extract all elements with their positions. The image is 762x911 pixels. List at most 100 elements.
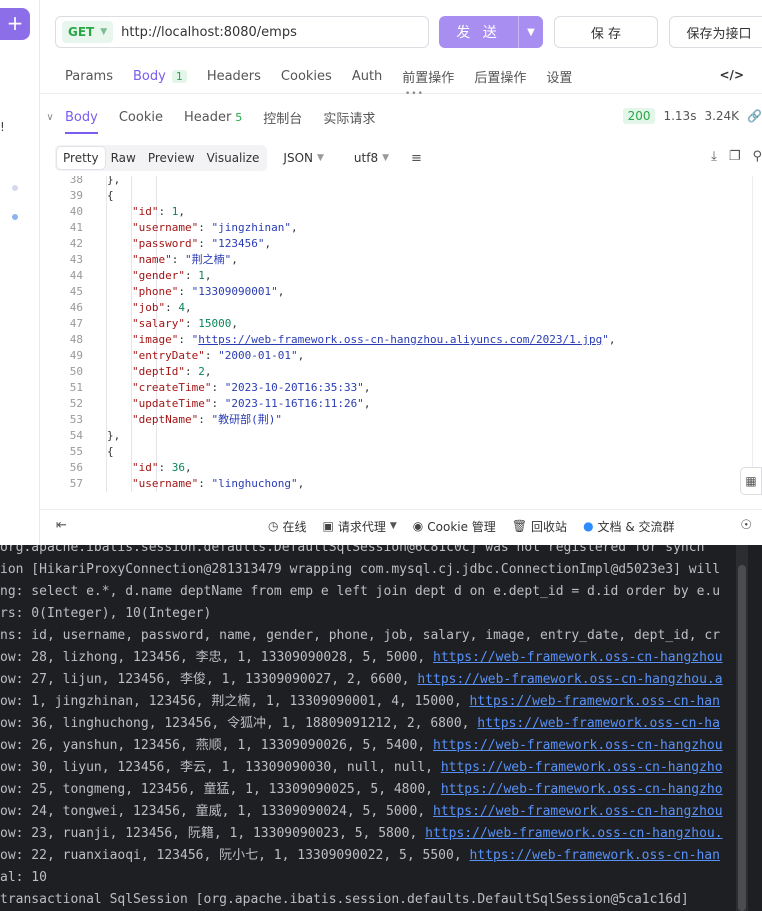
tab-label: Params [65, 69, 113, 84]
docs-community[interactable]: ● 文档 & 交流群 [583, 518, 674, 535]
tab-actual-request[interactable]: 实际请求 [323, 100, 375, 134]
url-input[interactable]: http://localhost:8080/emps [121, 25, 297, 40]
code-text: "image": "https://web-framework.oss-cn-h… [132, 333, 616, 346]
editor-scrollbar[interactable] [752, 176, 762, 486]
tab-response-cookie[interactable]: Cookie [119, 100, 163, 134]
tab-pre-script[interactable]: 前置操作 [402, 67, 454, 86]
tab-label: Auth [351, 69, 383, 84]
recycle-label: 回收站 [531, 519, 568, 534]
url-bar: GET ▼ http://localhost:8080/emps [55, 16, 429, 48]
chevron-down-icon: ▼ [316, 153, 324, 163]
ide-console-output[interactable]: org.apache.ibatis.session.defaults.Defau… [0, 545, 762, 911]
view-raw[interactable]: Raw [105, 147, 142, 169]
console-link[interactable]: https://web-framework.oss-cn-hangzhou [433, 804, 723, 819]
console-link[interactable]: https://web-framework.oss-cn-ha [477, 716, 720, 731]
tab-console[interactable]: 控制台 [263, 100, 302, 134]
method-select[interactable]: GET ▼ [62, 21, 114, 43]
console-link[interactable]: https://web-framework.oss-cn-hangzhou [433, 738, 723, 753]
status-badge: 200 [622, 108, 656, 124]
code-text: "updateTime": "2023-11-16T16:11:26", [132, 397, 371, 410]
line-number: 39 [69, 189, 83, 202]
code-line: 42 "password": "123456", [55, 236, 762, 252]
code-line: 55 { [55, 444, 762, 460]
code-text: "job": 4, [132, 301, 192, 314]
recycle-bin[interactable]: 🗑 回收站 [512, 518, 567, 535]
console-line: org.apache.ibatis.session.defaults.Defau… [0, 545, 705, 555]
response-meta: 200 1.13s 3.24K 🔗 [622, 108, 762, 124]
console-link[interactable]: https://web-framework.oss-cn-han [469, 694, 719, 709]
docs-label: 文档 & 交流群 [597, 519, 675, 534]
code-line: 39 { [55, 188, 762, 204]
code-text: }, [107, 176, 121, 186]
code-line: 53 "deptName": "教研部(荆)" [55, 412, 762, 428]
copy-icon[interactable]: ❐ [729, 149, 741, 164]
chevron-down-icon: ▼ [382, 153, 389, 163]
console-link[interactable]: https://web-framework.oss-cn-hangzhou.a [417, 672, 722, 687]
tab-response-body[interactable]: Body [65, 100, 98, 134]
save-button[interactable]: 保 存 [554, 16, 658, 48]
tab-auth[interactable]: Auth [352, 69, 382, 84]
search-icon[interactable]: ⚲ [752, 149, 762, 164]
nav-dot-icon[interactable] [12, 185, 18, 191]
new-request-button[interactable]: + [0, 8, 30, 40]
response-toolbar: Pretty Raw Preview Visualize JSON ▼ utf8 ▼… [55, 145, 762, 171]
console-link[interactable]: https://web-framework.oss-cn-hangzho [441, 760, 723, 775]
console-line: ng: select e.*, d.name deptName from emp… [0, 584, 721, 599]
tab-label: 控制台 [263, 111, 303, 127]
chevron-down-icon: ▼ [527, 26, 535, 38]
encoding-select[interactable]: utf8 ▼ [354, 151, 389, 165]
code-text: "id": 1, [132, 205, 185, 218]
code-text: }, [107, 429, 121, 442]
console-link[interactable]: https://web-framework.oss-cn-han [469, 848, 719, 863]
tab-label: Cookie [118, 109, 163, 125]
send-button-group: 发 送 ▼ [439, 16, 543, 48]
tab-params[interactable]: Params [65, 69, 113, 84]
tab-headers[interactable]: Headers [207, 69, 261, 84]
code-text: "name": "荆之楠", [132, 253, 238, 266]
response-actions: ⤓ ❐ ⚲ [711, 149, 762, 164]
tab-cookies[interactable]: Cookies [281, 69, 332, 84]
wrap-lines-icon[interactable]: ≡ [411, 151, 422, 166]
tab-settings[interactable]: 设置 [546, 67, 572, 86]
view-pretty[interactable]: Pretty [57, 147, 105, 169]
count-badge: 1 [171, 70, 187, 83]
view-preview[interactable]: Preview [142, 147, 201, 169]
console-link[interactable]: https://web-framework.oss-cn-hangzhou. [425, 826, 722, 841]
console-line: ow: 22, ruanxiaoqi, 123456, 阮小七, 1, 1330… [0, 848, 720, 863]
console-link[interactable]: https://web-framework.oss-cn-hangzhou [433, 650, 723, 665]
console-link[interactable]: https://web-framework.oss-cn-hangzho [441, 782, 723, 797]
tab-body[interactable]: Body 1 [133, 69, 187, 84]
tab-label: Body [65, 109, 98, 125]
tab-label: 实际请求 [323, 111, 376, 127]
line-number: 42 [69, 237, 83, 250]
proxy-menu[interactable]: ▣ 请求代理 ▼ [323, 518, 397, 535]
download-icon[interactable]: ⤓ [711, 149, 717, 164]
format-select[interactable]: JSON ▼ [283, 151, 324, 165]
nav-dot-icon[interactable] [12, 214, 18, 220]
online-status[interactable]: ◷ 在线 [268, 518, 307, 535]
tab-response-header[interactable]: Header 5 [184, 100, 242, 134]
code-icon[interactable]: </> [720, 68, 745, 82]
console-scrollbar-thumb[interactable] [738, 565, 746, 911]
cookie-manager[interactable]: ◉ Cookie 管理 [413, 518, 496, 535]
trash-icon: 🗑 [511, 519, 528, 533]
line-number: 57 [69, 477, 83, 490]
line-number: 45 [69, 285, 83, 298]
code-line: 41 "username": "jingzhinan", [55, 220, 762, 236]
console-line: transactional SqlSession [org.apache.iba… [0, 892, 689, 907]
send-button[interactable]: 发 送 [439, 16, 519, 48]
bottom-status-bar: ⇤ ◷ 在线 ▣ 请求代理 ▼ ◉ Cookie 管理 🗑 回收站 ● 文档 & 交流群 ☉ [40, 509, 762, 541]
drag-handle-icon[interactable]: ••• [405, 89, 424, 99]
help-icon[interactable]: ☉ [740, 518, 752, 533]
collapse-sidebar-icon[interactable]: ⇤ [56, 518, 67, 533]
save-as-api-button[interactable]: 保存为接口 [669, 16, 762, 48]
layout-toggle-icon[interactable]: ▦ [740, 467, 762, 495]
response-body-editor[interactable]: 38}, 39{40 "id": 1, 41 "username": "jingzhin… [55, 176, 762, 492]
send-options-button[interactable]: ▼ [519, 16, 543, 48]
view-visualize[interactable]: Visualize [201, 147, 266, 169]
proxy-label: 请求代理 [337, 519, 386, 534]
tab-post-script[interactable]: 后置操作 [474, 67, 526, 86]
collapse-icon[interactable]: ∨ [40, 112, 60, 123]
link-icon[interactable]: 🔗 [747, 109, 762, 123]
line-number: 40 [69, 205, 83, 218]
